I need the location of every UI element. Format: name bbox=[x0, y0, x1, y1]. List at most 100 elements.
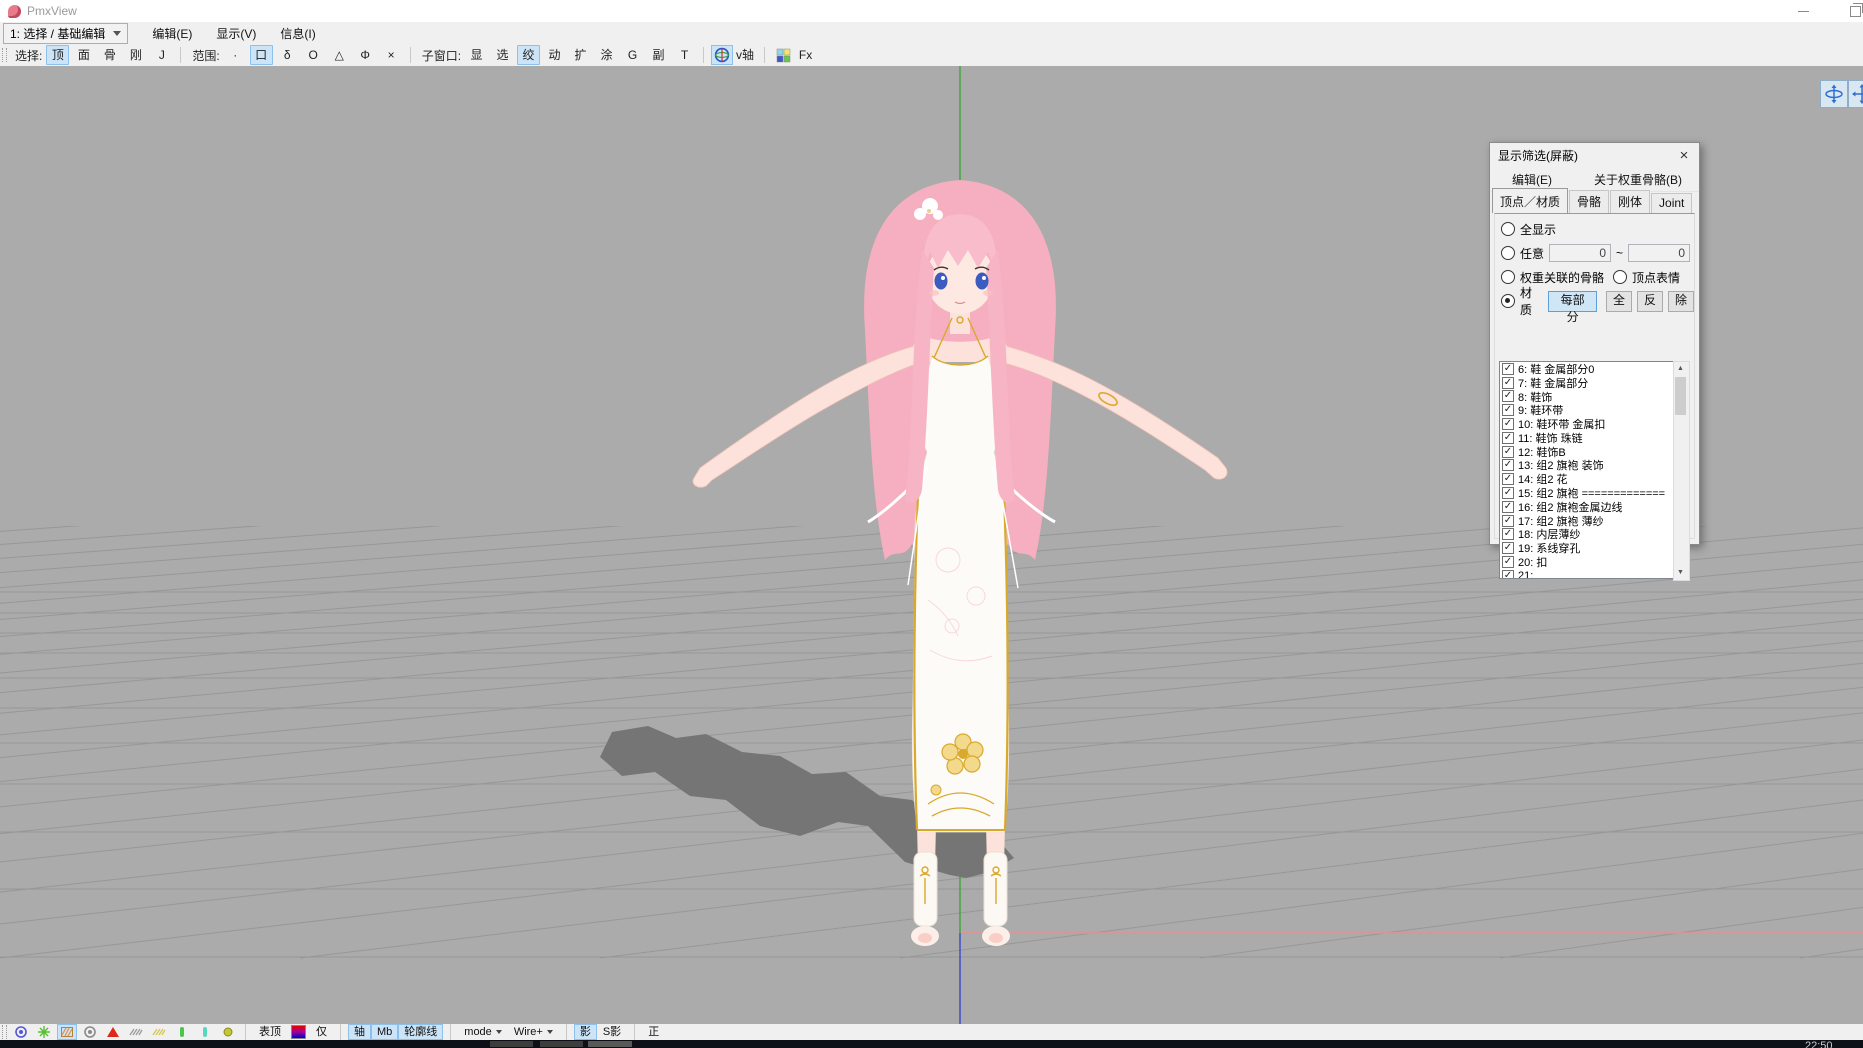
material-list[interactable]: ✓6: 鞋 金属部分0✓7: 鞋 金属部分✓8: 鞋饰✓9: 鞋环带✓10: 鞋… bbox=[1499, 361, 1687, 579]
select-btn-2[interactable]: 骨 bbox=[98, 45, 121, 65]
self-shadow-toggle[interactable]: S影 bbox=[597, 1024, 627, 1040]
material-checkbox[interactable]: ✓ bbox=[1502, 487, 1514, 499]
taskbar-item[interactable] bbox=[490, 1041, 533, 1047]
range-btn-4[interactable]: △ bbox=[328, 45, 351, 65]
green-burst-icon[interactable] bbox=[34, 1024, 54, 1040]
gray-circle-dot-icon[interactable] bbox=[80, 1024, 100, 1040]
material-checkbox[interactable]: ✓ bbox=[1502, 418, 1514, 430]
toolbar-grip[interactable] bbox=[2, 1025, 7, 1039]
fx-grid-toggle[interactable] bbox=[772, 45, 794, 65]
scroll-up-icon[interactable]: ▲ bbox=[1674, 362, 1687, 376]
mb-toggle[interactable]: Mb bbox=[371, 1024, 398, 1040]
dialog-menu-edit[interactable]: 编辑(E) bbox=[1500, 171, 1564, 188]
material-list-scrollbar[interactable]: ▲ ▼ bbox=[1673, 361, 1690, 581]
select-btn-4[interactable]: J bbox=[150, 45, 173, 65]
toolbar-grip[interactable] bbox=[2, 48, 7, 62]
fx-toggle[interactable]: Fx bbox=[794, 45, 817, 65]
per-part-button[interactable]: 每部分 bbox=[1548, 291, 1597, 312]
material-checkbox[interactable]: ✓ bbox=[1502, 570, 1514, 579]
range-btn-6[interactable]: × bbox=[380, 45, 403, 65]
range-to-field[interactable]: 0 bbox=[1628, 244, 1690, 262]
material-checkbox[interactable]: ✓ bbox=[1502, 404, 1514, 416]
material-list-item[interactable]: ✓20: 扣 bbox=[1500, 555, 1686, 569]
material-checkbox[interactable]: ✓ bbox=[1502, 515, 1514, 527]
front-view-button[interactable]: 正 bbox=[642, 1024, 665, 1040]
select-btn-3[interactable]: 刚 bbox=[124, 45, 147, 65]
material-checkbox[interactable]: ✓ bbox=[1502, 446, 1514, 458]
dialog-close-button[interactable]: × bbox=[1669, 143, 1699, 168]
green-pill-icon[interactable] bbox=[172, 1024, 192, 1040]
scrollbar-thumb[interactable] bbox=[1675, 377, 1686, 415]
restore-button[interactable] bbox=[1838, 0, 1863, 22]
dialog-menu-weight-bones[interactable]: 关于权重骨骼(B) bbox=[1582, 171, 1694, 188]
subwindow-btn-1[interactable]: 选 bbox=[491, 45, 514, 65]
subwindow-btn-0[interactable]: 显 bbox=[465, 45, 488, 65]
taskbar-item[interactable] bbox=[588, 1041, 632, 1047]
tab-3[interactable]: Joint bbox=[1651, 193, 1692, 213]
radio-range[interactable] bbox=[1501, 246, 1515, 260]
pan-camera-button[interactable] bbox=[1848, 80, 1863, 108]
vertex-view-button[interactable]: 表顶 bbox=[253, 1024, 287, 1040]
edit-mode-select[interactable]: 1: 选择 / 基础编辑 bbox=[3, 23, 128, 44]
olive-dot-icon[interactable] bbox=[218, 1024, 238, 1040]
invert-button[interactable]: 反 bbox=[1637, 291, 1663, 312]
range-from-field[interactable]: 0 bbox=[1549, 244, 1611, 262]
menu-info[interactable]: 信息(I) bbox=[268, 25, 327, 42]
shadow-toggle[interactable]: 影 bbox=[574, 1024, 597, 1040]
scroll-down-icon[interactable]: ▼ bbox=[1674, 566, 1687, 580]
orbit-camera-button[interactable] bbox=[1820, 80, 1848, 108]
cyan-pill-icon[interactable] bbox=[195, 1024, 215, 1040]
range-btn-2[interactable]: δ bbox=[276, 45, 299, 65]
menu-edit[interactable]: 编辑(E) bbox=[140, 25, 204, 42]
blue-circle-dot-icon[interactable] bbox=[11, 1024, 31, 1040]
subwindow-btn-6[interactable]: G bbox=[621, 45, 644, 65]
wire-dropdown[interactable]: Wire+ bbox=[508, 1024, 559, 1040]
radio-show-all[interactable] bbox=[1501, 222, 1515, 236]
taskbar-item[interactable] bbox=[540, 1041, 583, 1047]
radio-material[interactable] bbox=[1501, 294, 1515, 308]
range-btn-1[interactable]: 口 bbox=[250, 45, 273, 65]
range-btn-0[interactable]: · bbox=[224, 45, 247, 65]
material-checkbox[interactable]: ✓ bbox=[1502, 528, 1514, 540]
subwindow-btn-8[interactable]: T bbox=[673, 45, 696, 65]
outline-toggle[interactable]: 轮廓线 bbox=[398, 1024, 443, 1040]
material-checkbox[interactable]: ✓ bbox=[1502, 377, 1514, 389]
axis-toggle[interactable]: 轴 bbox=[348, 1024, 371, 1040]
gray-hatch-icon[interactable] bbox=[126, 1024, 146, 1040]
v-axis-toggle[interactable]: v轴 bbox=[733, 45, 757, 65]
only-button[interactable]: 仅 bbox=[310, 1024, 333, 1040]
material-checkbox[interactable]: ✓ bbox=[1502, 542, 1514, 554]
range-btn-5[interactable]: Φ bbox=[354, 45, 377, 65]
yellow-hatch-icon[interactable] bbox=[149, 1024, 169, 1040]
material-checkbox[interactable]: ✓ bbox=[1502, 459, 1514, 471]
material-checkbox[interactable]: ✓ bbox=[1502, 390, 1514, 402]
rotation-gizmo-toggle[interactable] bbox=[711, 45, 733, 65]
material-checkbox[interactable]: ✓ bbox=[1502, 432, 1514, 444]
minimize-button[interactable] bbox=[1786, 0, 1820, 22]
tab-0[interactable]: 顶点／材质 bbox=[1492, 188, 1568, 213]
material-checkbox[interactable]: ✓ bbox=[1502, 363, 1514, 375]
range-btn-3[interactable]: O bbox=[302, 45, 325, 65]
all-button[interactable]: 全 bbox=[1606, 291, 1632, 312]
dialog-titlebar[interactable]: 显示筛选(屏蔽) bbox=[1490, 143, 1699, 168]
material-checkbox[interactable]: ✓ bbox=[1502, 501, 1514, 513]
subwindow-btn-5[interactable]: 涂 bbox=[595, 45, 618, 65]
tab-2[interactable]: 刚体 bbox=[1610, 190, 1650, 213]
tab-1[interactable]: 骨骼 bbox=[1569, 190, 1609, 213]
subwindow-btn-2[interactable]: 绞 bbox=[517, 45, 540, 65]
material-list-item[interactable]: ✓21: bbox=[1500, 569, 1686, 579]
subwindow-btn-3[interactable]: 动 bbox=[543, 45, 566, 65]
mode-dropdown[interactable]: mode bbox=[458, 1024, 508, 1040]
radio-weight-bones[interactable] bbox=[1501, 270, 1515, 284]
character-model[interactable] bbox=[693, 180, 1227, 946]
material-checkbox[interactable]: ✓ bbox=[1502, 556, 1514, 568]
orange-hatch-box-icon[interactable] bbox=[57, 1024, 77, 1040]
red-triangle-icon[interactable] bbox=[103, 1024, 123, 1040]
select-btn-0[interactable]: 顶 bbox=[46, 45, 69, 65]
color-swatch[interactable] bbox=[291, 1025, 306, 1039]
subwindow-btn-4[interactable]: 扩 bbox=[569, 45, 592, 65]
subwindow-btn-7[interactable]: 副 bbox=[647, 45, 670, 65]
remove-button[interactable]: 除 bbox=[1668, 291, 1694, 312]
material-checkbox[interactable]: ✓ bbox=[1502, 473, 1514, 485]
select-btn-1[interactable]: 面 bbox=[72, 45, 95, 65]
